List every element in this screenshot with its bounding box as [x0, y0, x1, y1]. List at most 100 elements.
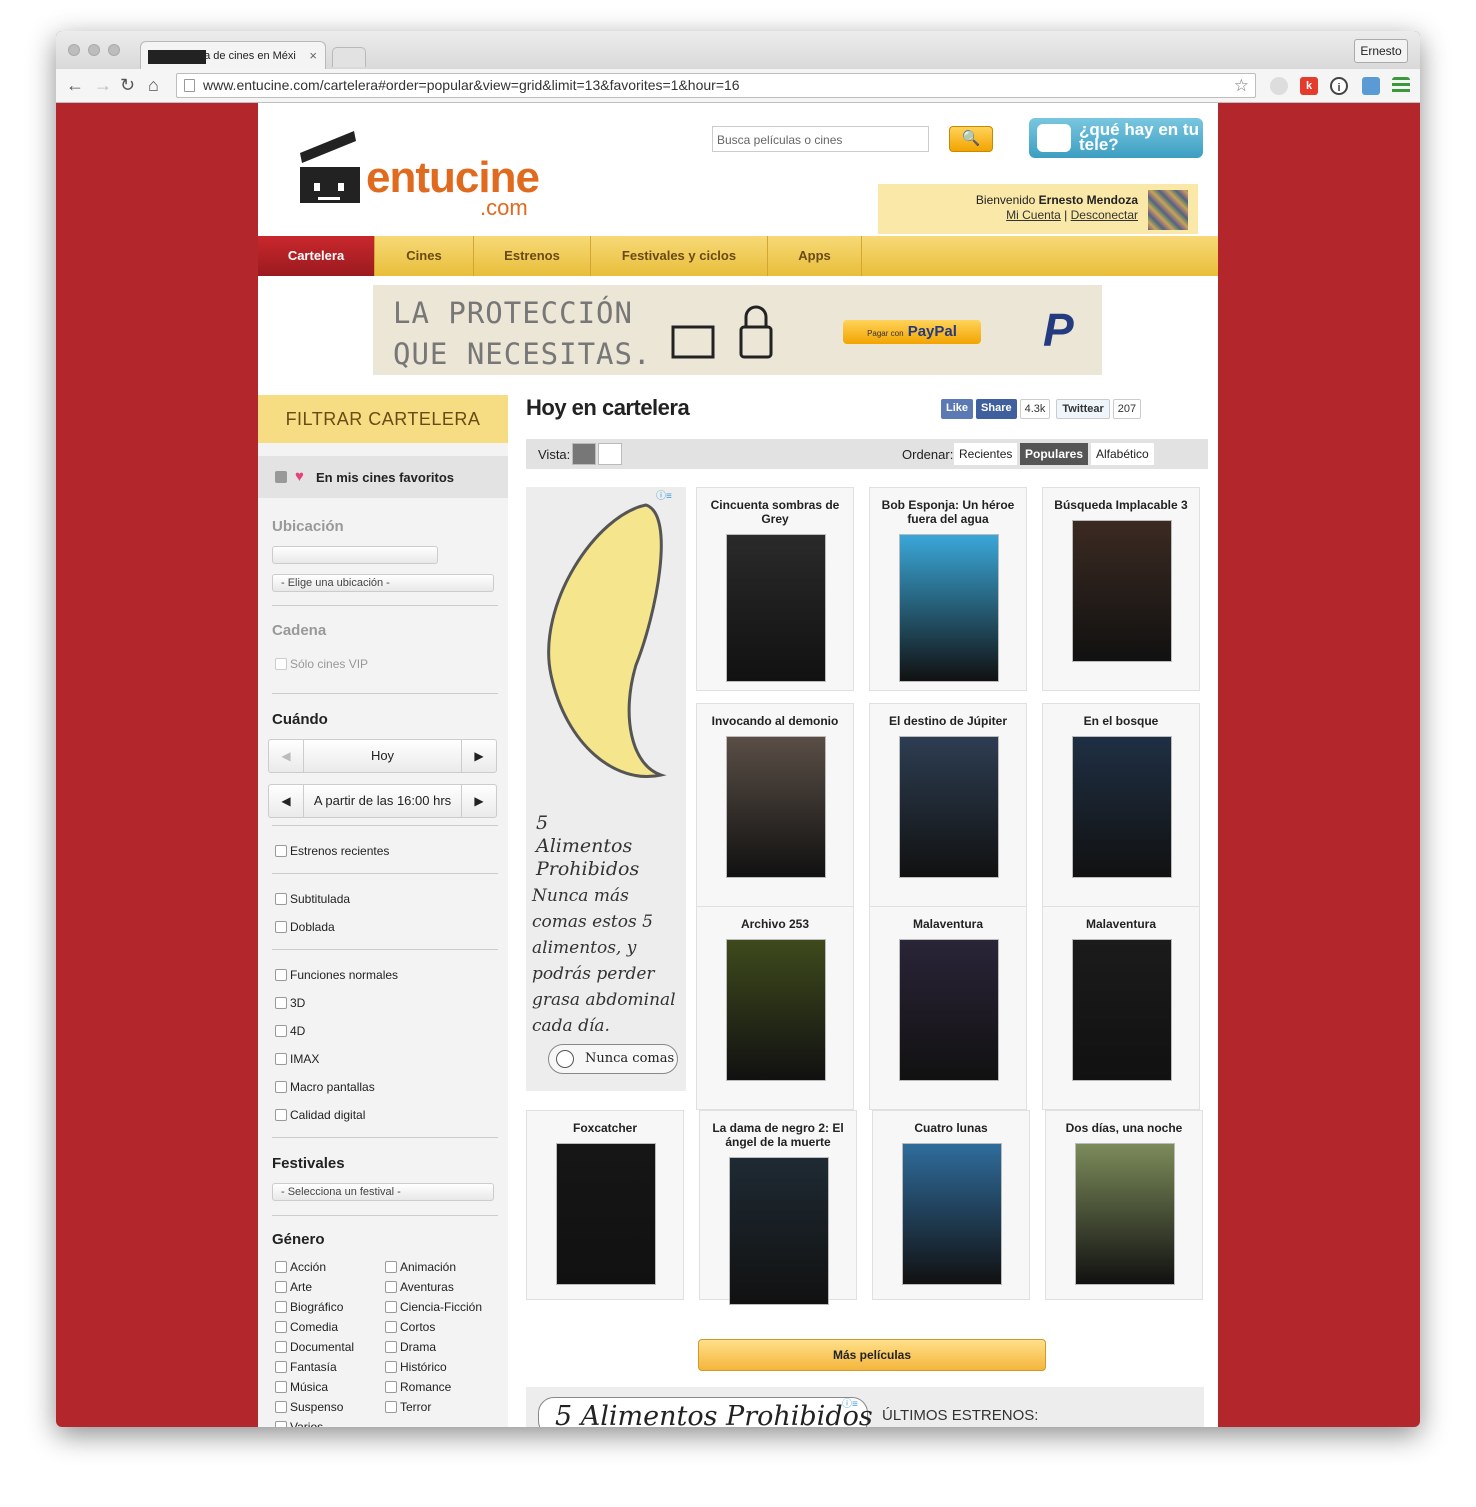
movie-card[interactable]: Dos días, una noche — [1045, 1110, 1203, 1300]
movie-title[interactable]: Cincuenta sombras de Grey — [701, 498, 849, 526]
movie-poster[interactable] — [556, 1143, 656, 1285]
forward-icon[interactable]: → — [94, 75, 112, 95]
extension-info-icon[interactable]: i — [1330, 77, 1348, 95]
new-tab-button[interactable] — [332, 47, 366, 67]
dubbed-checkbox[interactable]: Doblada — [272, 920, 335, 934]
order-populares[interactable]: Populares — [1020, 443, 1089, 465]
genre-checkbox[interactable]: Documental — [272, 1340, 354, 1354]
more-movies-button[interactable]: Más películas — [698, 1339, 1046, 1371]
movie-poster[interactable] — [1072, 736, 1172, 878]
movie-poster[interactable] — [899, 939, 999, 1081]
movie-poster[interactable] — [1075, 1143, 1175, 1285]
movie-title[interactable]: Cuatro lunas — [877, 1121, 1025, 1135]
format-checkbox[interactable]: 4D — [272, 1024, 305, 1038]
reload-icon[interactable]: ↻ — [120, 75, 135, 95]
movie-title[interactable]: En el bosque — [1047, 714, 1195, 728]
nav-apps[interactable]: Apps — [768, 236, 862, 276]
genre-checkbox[interactable]: Suspenso — [272, 1400, 343, 1414]
favorites-filter[interactable]: ♥ En mis cines favoritos — [258, 456, 508, 498]
side-ad-button[interactable]: Nunca comas — [548, 1044, 678, 1074]
movie-poster[interactable] — [899, 736, 999, 878]
extension-folder-icon[interactable] — [1362, 77, 1380, 95]
day-next-icon[interactable]: ▶ — [461, 740, 496, 772]
format-checkbox[interactable]: Calidad digital — [272, 1108, 365, 1122]
hour-stepper[interactable]: ◀ A partir de las 16:00 hrs ▶ — [268, 784, 497, 818]
movie-poster[interactable] — [726, 736, 826, 878]
hour-next-icon[interactable]: ▶ — [461, 785, 496, 817]
movie-title[interactable]: Búsqueda Implacable 3 — [1047, 498, 1195, 512]
recent-checkbox[interactable]: Estrenos recientes — [272, 844, 389, 858]
logout-link[interactable]: Desconectar — [1071, 208, 1138, 222]
format-checkbox[interactable]: Funciones normales — [272, 968, 398, 982]
movie-card[interactable]: Cuatro lunas — [872, 1110, 1030, 1300]
back-icon[interactable]: ← — [66, 75, 84, 95]
genre-checkbox[interactable]: Comedia — [272, 1320, 338, 1334]
home-icon[interactable]: ⌂ — [148, 75, 159, 95]
bookmark-star-icon[interactable]: ☆ — [1234, 74, 1249, 97]
genre-checkbox[interactable]: Fantasía — [272, 1360, 337, 1374]
genre-checkbox[interactable]: Biográfico — [272, 1300, 343, 1314]
genre-checkbox[interactable]: Drama — [382, 1340, 436, 1354]
bottom-ad[interactable]: 5 Alimentos Prohibidos ⓘ≡ ÚLTIMOS ESTREN… — [526, 1387, 1204, 1427]
tweet-button[interactable]: Twittear — [1056, 399, 1110, 419]
movie-poster[interactable] — [726, 534, 826, 682]
movie-card[interactable]: La dama de negro 2: El ángel de la muert… — [699, 1110, 857, 1305]
format-checkbox[interactable]: Macro pantallas — [272, 1080, 375, 1094]
ad-choices-icon[interactable]: ⓘ≡ — [842, 1395, 864, 1410]
genre-checkbox[interactable]: Varios — [272, 1420, 323, 1427]
share-button[interactable]: Share — [976, 399, 1017, 419]
movie-title[interactable]: El destino de Júpiter — [874, 714, 1022, 728]
movie-card[interactable]: Malaventura — [1042, 906, 1200, 1110]
browser-tab[interactable]: Cartelera de cines en Méxi × — [140, 41, 326, 69]
zoom-window-button[interactable] — [108, 44, 120, 56]
subtitled-checkbox[interactable]: Subtitulada — [272, 892, 350, 906]
site-logo[interactable]: entucine .com — [298, 123, 578, 223]
movie-poster[interactable] — [726, 939, 826, 1081]
paypal-button[interactable]: Pagar con PayPal — [843, 320, 981, 344]
movie-title[interactable]: Archivo 253 — [701, 917, 849, 931]
genre-checkbox[interactable]: Aventuras — [382, 1280, 454, 1294]
movie-title[interactable]: Invocando al demonio — [701, 714, 849, 728]
vip-checkbox[interactable]: Sólo cines VIP — [272, 657, 368, 671]
genre-checkbox[interactable]: Música — [272, 1380, 328, 1394]
nav-cines[interactable]: Cines — [375, 236, 474, 276]
address-bar[interactable]: www.entucine.com/cartelera#order=popular… — [176, 73, 1256, 98]
favorites-checkbox[interactable] — [275, 471, 287, 483]
account-link[interactable]: Mi Cuenta — [1006, 208, 1061, 222]
movie-card[interactable]: Archivo 253 — [696, 906, 854, 1110]
genre-checkbox[interactable]: Romance — [382, 1380, 451, 1394]
movie-card[interactable]: En el bosque — [1042, 703, 1200, 907]
list-view-icon[interactable] — [598, 443, 622, 465]
grid-view-icon[interactable] — [572, 443, 596, 465]
close-window-button[interactable] — [68, 44, 80, 56]
movie-card[interactable]: Malaventura — [869, 906, 1027, 1110]
menu-icon[interactable] — [1392, 77, 1410, 95]
extension-ghost-icon[interactable] — [1270, 77, 1288, 95]
bottom-ad-banner[interactable]: 5 Alimentos Prohibidos — [538, 1397, 873, 1427]
top-ad-banner[interactable]: LA PROTECCIÓN QUE NECESITAS. Pagar con P… — [373, 285, 1102, 375]
genre-checkbox[interactable]: Ciencia-Ficción — [382, 1300, 482, 1314]
profile-button[interactable]: Ernesto — [1354, 39, 1408, 63]
genre-checkbox[interactable]: Acción — [272, 1260, 326, 1274]
movie-poster[interactable] — [1072, 520, 1172, 662]
movie-poster[interactable] — [729, 1157, 829, 1305]
extension-k-icon[interactable]: k — [1300, 77, 1318, 95]
movie-title[interactable]: Dos días, una noche — [1050, 1121, 1198, 1135]
movie-title[interactable]: Foxcatcher — [531, 1121, 679, 1135]
movie-card[interactable]: Foxcatcher — [526, 1110, 684, 1300]
movie-title[interactable]: Bob Esponja: Un héroe fuera del agua — [874, 498, 1022, 526]
location-select[interactable]: - Elige una ubicación - — [272, 574, 494, 592]
movie-card[interactable]: Cincuenta sombras de Grey — [696, 487, 854, 691]
close-tab-icon[interactable]: × — [309, 48, 317, 63]
movie-card[interactable]: El destino de Júpiter — [869, 703, 1027, 907]
format-checkbox[interactable]: 3D — [272, 996, 305, 1010]
movie-card[interactable]: Bob Esponja: Un héroe fuera del agua — [869, 487, 1027, 691]
genre-checkbox[interactable]: Arte — [272, 1280, 312, 1294]
search-input[interactable]: Busca películas o cines — [712, 126, 929, 152]
nav-cartelera[interactable]: Cartelera — [258, 236, 375, 276]
search-button[interactable]: 🔍 — [949, 126, 993, 152]
format-checkbox[interactable]: IMAX — [272, 1052, 319, 1066]
genre-checkbox[interactable]: Histórico — [382, 1360, 447, 1374]
movie-title[interactable]: La dama de negro 2: El ángel de la muert… — [704, 1121, 852, 1149]
minimize-window-button[interactable] — [88, 44, 100, 56]
